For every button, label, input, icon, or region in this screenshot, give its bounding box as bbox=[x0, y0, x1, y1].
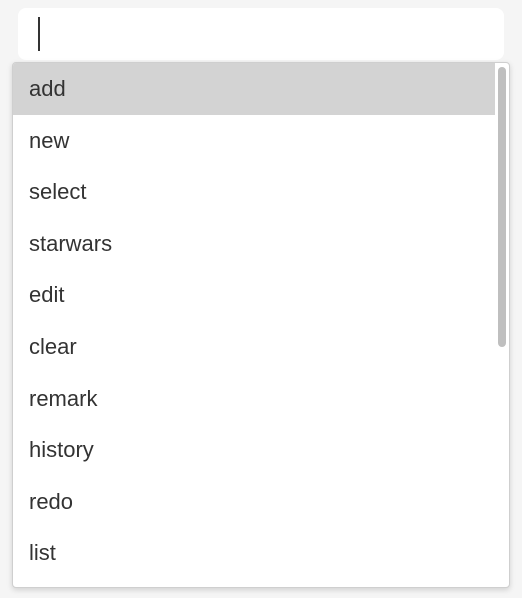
command-input[interactable] bbox=[40, 23, 484, 46]
dropdown-item-add[interactable]: add bbox=[13, 63, 495, 115]
dropdown-item-history[interactable]: history bbox=[13, 424, 495, 476]
scrollbar-track[interactable] bbox=[495, 63, 509, 587]
autocomplete-dropdown: add new select starwars edit clear remar… bbox=[12, 62, 510, 588]
autocomplete-list: add new select starwars edit clear remar… bbox=[13, 63, 495, 587]
dropdown-item-redo[interactable]: redo bbox=[13, 476, 495, 528]
dropdown-item-new[interactable]: new bbox=[13, 115, 495, 167]
dropdown-item-select[interactable]: select bbox=[13, 166, 495, 218]
scrollbar-thumb[interactable] bbox=[498, 67, 506, 347]
command-input-wrapper[interactable] bbox=[18, 8, 504, 60]
dropdown-item-list[interactable]: list bbox=[13, 527, 495, 579]
dropdown-item-starwars[interactable]: starwars bbox=[13, 218, 495, 270]
dropdown-item-remark[interactable]: remark bbox=[13, 373, 495, 425]
dropdown-item-clear[interactable]: clear bbox=[13, 321, 495, 373]
dropdown-item-edit[interactable]: edit bbox=[13, 269, 495, 321]
